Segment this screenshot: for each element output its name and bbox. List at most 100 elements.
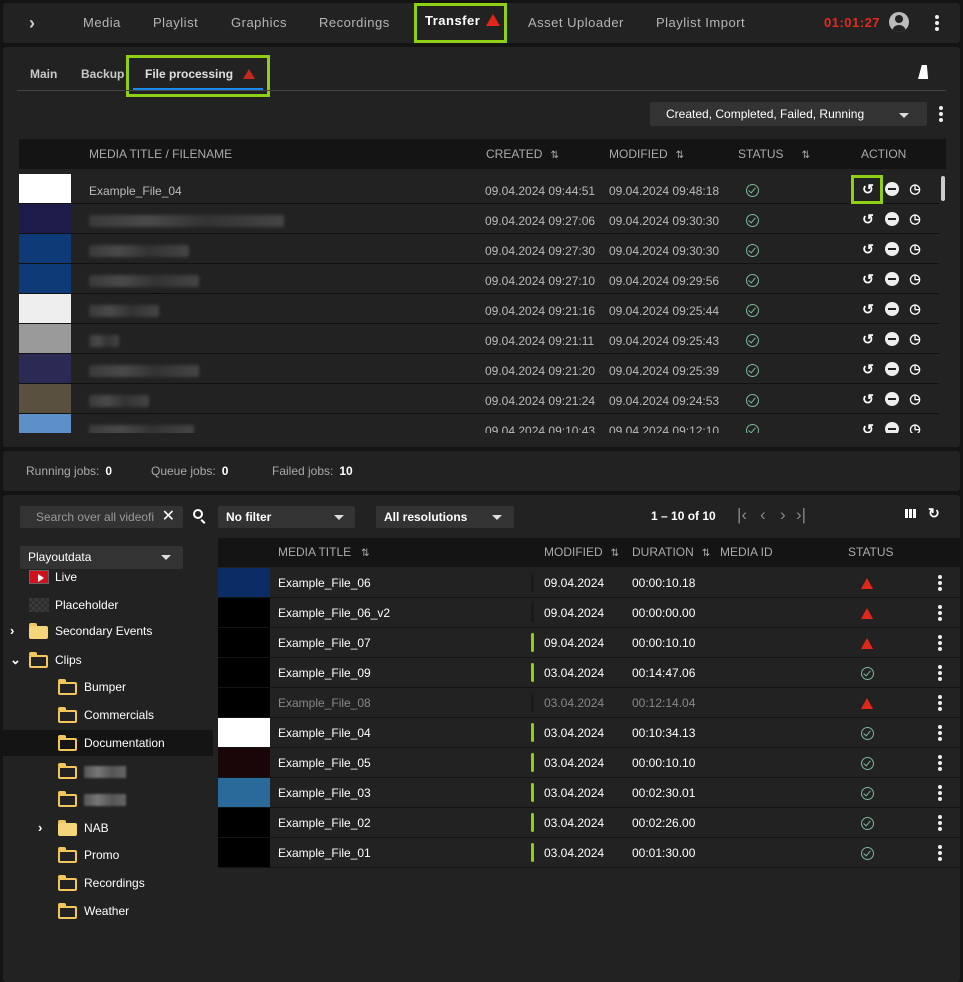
nav-recordings[interactable]: Recordings [319,3,390,43]
history-icon[interactable]: ◷ [908,332,922,346]
restart-icon[interactable]: ↺ [861,422,875,433]
history-icon[interactable]: ◷ [908,392,922,406]
chevron-right-icon[interactable]: › [10,618,14,644]
media-row[interactable]: Example_File_05 03.04.2024 00:00:10.10 [218,748,960,778]
nav-graphics[interactable]: Graphics [231,3,287,43]
resolution-select[interactable]: All resolutions [376,506,514,528]
row-menu-icon[interactable] [938,605,942,621]
tree-item[interactable]: Documentation [3,730,213,756]
nav-media[interactable]: Media [83,3,121,43]
prev-page-icon[interactable]: ‹ [760,505,766,525]
sort-icon[interactable]: ⇅ [550,150,558,161]
media-row[interactable]: Example_File_04 03.04.2024 00:10:34.13 [218,718,960,748]
media-row[interactable]: Example_File_06 09.04.2024 00:00:10.18 [218,568,960,598]
tree-item[interactable]: Live [3,564,213,590]
search-input[interactable]: Search over all videofi ✕ [20,506,183,528]
nav-playlist-import[interactable]: Playlist Import [656,3,745,43]
job-row[interactable]: 09.04.2024 09:27:06 09.04.2024 09:30:30 ↺ ◷ [19,204,939,234]
cancel-icon[interactable] [885,212,899,226]
media-row[interactable]: Example_File_01 03.04.2024 00:01:30.00 [218,838,960,868]
filter-select[interactable]: No filter [218,506,355,528]
tab-backup[interactable]: Backup [81,67,124,81]
sort-icon[interactable]: ⇅ [702,548,710,559]
expand-sidebar-chevron-icon[interactable]: › [29,3,36,43]
jobs-table-scrollbar[interactable] [941,176,945,201]
media-row[interactable]: Example_File_03 03.04.2024 00:02:30.01 [218,778,960,808]
row-menu-icon[interactable] [938,815,942,831]
media-row[interactable]: Example_File_08 03.04.2024 00:12:14.04 [218,688,960,718]
row-menu-icon[interactable] [938,695,942,711]
restart-icon[interactable]: ↺ [861,332,875,346]
cancel-icon[interactable] [885,332,899,346]
restart-icon[interactable]: ↺ [861,272,875,286]
history-icon[interactable]: ◷ [908,242,922,256]
job-row[interactable]: 09.04.2024 09:21:24 09.04.2024 09:24:53 ↺ ◷ [19,384,939,414]
table-options-menu-icon[interactable] [939,106,943,122]
grid-view-icon[interactable] [905,509,917,518]
row-menu-icon[interactable] [938,665,942,681]
history-icon[interactable]: ◷ [908,272,922,286]
row-menu-icon[interactable] [938,845,942,861]
col-media-title[interactable]: MEDIA TITLE ⇅ [278,538,370,568]
sort-icon[interactable]: ⇅ [361,548,369,559]
restart-icon[interactable]: ↺ [861,242,875,256]
job-row[interactable]: 09.04.2024 09:21:16 09.04.2024 09:25:44 ↺ ◷ [19,294,939,324]
tree-item[interactable] [3,786,213,812]
tree-item[interactable]: › NAB [3,815,213,841]
tree-item[interactable]: ⌄ Clips [3,647,213,673]
sort-icon[interactable]: ⇅ [611,548,619,559]
sort-icon[interactable]: ⇅ [802,150,810,161]
col-created[interactable]: CREATED ⇅ [486,139,559,171]
row-menu-icon[interactable] [938,785,942,801]
cancel-icon[interactable] [885,362,899,376]
col-media-modified[interactable]: MODIFIED ⇅ [544,538,619,568]
cancel-icon[interactable] [885,272,899,286]
history-icon[interactable]: ◷ [908,362,922,376]
job-row[interactable]: 09.04.2024 09:21:20 09.04.2024 09:25:39 ↺ ◷ [19,354,939,384]
row-menu-icon[interactable] [938,755,942,771]
search-icon[interactable] [193,509,206,524]
job-row[interactable]: 09.04.2024 09:21:11 09.04.2024 09:25:43 ↺ ◷ [19,324,939,354]
tab-main[interactable]: Main [30,67,57,81]
chevron-right-icon[interactable]: › [38,815,42,841]
next-page-icon[interactable]: › [780,505,786,525]
tree-item[interactable]: Commercials [3,702,213,728]
tree-item[interactable] [3,758,213,784]
user-avatar-icon[interactable] [889,12,909,32]
sort-icon[interactable]: ⇅ [676,150,684,161]
restart-icon[interactable]: ↺ [861,212,875,226]
tree-item[interactable]: Bumper [3,674,213,700]
history-icon[interactable]: ◷ [908,182,922,196]
cancel-icon[interactable] [885,422,899,433]
more-menu-icon[interactable] [935,15,939,31]
tree-item[interactable]: Promo [3,842,213,868]
tree-item[interactable]: Placeholder [3,592,213,618]
nav-transfer[interactable]: Transfer [414,3,507,43]
col-status[interactable]: STATUS ⇅ [738,139,810,171]
media-row[interactable]: Example_File_02 03.04.2024 00:02:26.00 [218,808,960,838]
tree-item[interactable]: › Secondary Events [3,618,213,644]
col-duration[interactable]: DURATION ⇅ [632,538,710,568]
status-filter-select[interactable]: Created, Completed, Failed, Running [650,102,927,126]
tree-item[interactable]: Weather [3,898,213,924]
clear-search-icon[interactable]: ✕ [162,506,175,528]
restart-icon[interactable]: ↺ [861,392,875,406]
row-menu-icon[interactable] [938,635,942,651]
col-modified[interactable]: MODIFIED ⇅ [609,139,684,171]
last-page-icon[interactable]: ›| [796,505,806,525]
history-icon[interactable]: ◷ [908,422,922,434]
media-row[interactable]: Example_File_06_v2 09.04.2024 00:00:00.00 [218,598,960,628]
restart-icon[interactable]: ↺ [861,302,875,316]
tree-item[interactable]: Recordings [3,870,213,896]
refresh-icon[interactable]: ↻ [928,505,940,522]
history-icon[interactable]: ◷ [908,302,922,316]
restart-icon[interactable]: ↺ [861,362,875,376]
cancel-icon[interactable] [885,242,899,256]
history-icon[interactable]: ◷ [908,212,922,226]
first-page-icon[interactable]: |‹ [737,505,747,525]
cancel-icon[interactable] [885,392,899,406]
job-row[interactable]: Example_File_04 09.04.2024 09:44:51 09.04.… [19,174,939,204]
job-row[interactable]: 09.04.2024 09:10:43 09.04.2024 09:12:10 ↺ ◷ [19,414,939,433]
media-row[interactable]: Example_File_07 09.04.2024 00:00:10.10 [218,628,960,658]
nav-asset-uploader[interactable]: Asset Uploader [528,3,624,43]
